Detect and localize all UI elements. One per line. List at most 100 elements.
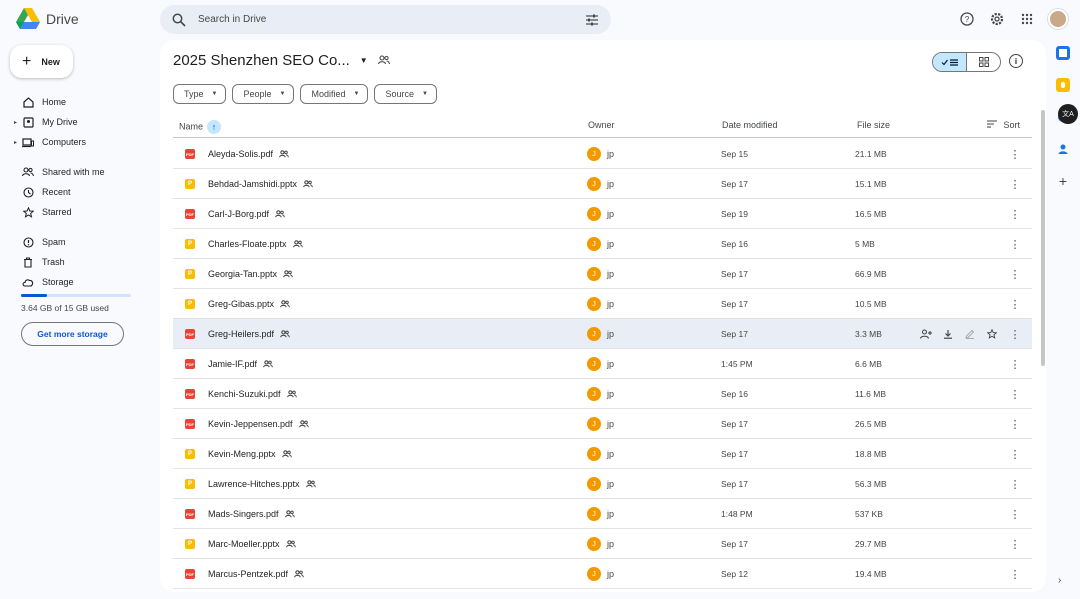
expand-caret-icon[interactable]: ▸ <box>14 119 17 126</box>
owner-avatar[interactable]: J <box>587 387 601 401</box>
search-bar[interactable]: Search in Drive <box>160 5 611 34</box>
drive-logo[interactable]: Drive <box>16 8 79 30</box>
sort-ascending-icon[interactable]: ↑ <box>207 120 222 134</box>
more-actions-icon[interactable]: ⋮ <box>1009 297 1021 311</box>
search-input[interactable]: Search in Drive <box>198 14 585 25</box>
table-row[interactable]: PDF Mads-Singers.pdf Jjp 1:48 PM 537 KB ⋮ <box>173 499 1032 529</box>
table-row[interactable]: PDF Aleyda-Solis.pdf Jjp Sep 15 21.1 MB ⋮ <box>173 139 1032 169</box>
owner-avatar[interactable]: J <box>587 297 601 311</box>
table-row[interactable]: P Behdad-Jamshidi.pptx Jjp Sep 17 15.1 MB ⋮ <box>173 169 1032 199</box>
owner-avatar[interactable]: J <box>587 267 601 281</box>
expand-caret-icon[interactable]: ▸ <box>14 139 17 146</box>
filter-chip-type[interactable]: Type ▼ <box>173 84 227 104</box>
table-row[interactable]: PDF Jamie-IF.pdf Jjp 1:45 PM 6.6 MB ⋮ <box>173 349 1032 379</box>
table-row[interactable]: PDF Kevin-Jeppensen.pdf Jjp Sep 17 26.5 MB ⋮ <box>173 409 1032 439</box>
translate-icon[interactable]: 文A <box>1058 104 1078 124</box>
filter-chip-people[interactable]: People ▼ <box>232 84 295 104</box>
file-size-column-header[interactable]: File size <box>857 120 890 130</box>
owner-avatar[interactable]: J <box>587 507 601 521</box>
table-row[interactable]: PDF Marcus-Pentzek.pdf Jjp Sep 12 19.4 MB ⋮ <box>173 559 1032 589</box>
scrollbar[interactable] <box>1041 110 1045 366</box>
table-row[interactable]: PDF Carl-J-Borg.pdf Jjp Sep 19 16.5 MB ⋮ <box>173 199 1032 229</box>
name-column-header[interactable]: Name ↑ <box>179 120 222 134</box>
owner-avatar[interactable]: J <box>587 537 601 551</box>
owner-avatar[interactable]: J <box>587 327 601 341</box>
get-more-storage-button[interactable]: Get more storage <box>21 322 124 346</box>
table-row[interactable]: P Marc-Moeller.pptx Jjp Sep 17 29.7 MB ⋮ <box>173 529 1032 559</box>
more-actions-icon[interactable]: ⋮ <box>1009 267 1021 281</box>
more-actions-icon[interactable]: ⋮ <box>1009 207 1021 221</box>
share-icon[interactable] <box>919 327 933 341</box>
file-name[interactable]: Kevin-Jeppensen.pdf <box>208 419 309 430</box>
more-actions-icon[interactable]: ⋮ <box>1009 147 1021 161</box>
more-actions-icon[interactable]: ⋮ <box>1009 177 1021 191</box>
new-button[interactable]: + New <box>10 45 73 78</box>
file-name[interactable]: Kevin-Meng.pptx <box>208 449 292 460</box>
file-name[interactable]: Aleyda-Solis.pdf <box>208 149 289 160</box>
contacts-icon[interactable] <box>1056 142 1070 156</box>
more-actions-icon[interactable]: ⋮ <box>1009 357 1021 371</box>
calendar-icon[interactable] <box>1056 46 1070 60</box>
add-icon[interactable]: + <box>1056 173 1070 189</box>
sidebar-item-shared[interactable]: Shared with me <box>12 162 142 182</box>
more-actions-icon[interactable]: ⋮ <box>1009 327 1021 341</box>
file-name[interactable]: Kenchi-Suzuki.pdf <box>208 389 297 400</box>
apps-grid-icon[interactable] <box>1018 10 1036 28</box>
expand-panel-chevron-icon[interactable]: › <box>1058 575 1061 586</box>
file-name[interactable]: Marcus-Pentzek.pdf <box>208 569 304 580</box>
file-name[interactable]: Georgia-Tan.pptx <box>208 269 293 280</box>
owner-column-header[interactable]: Owner <box>588 120 615 130</box>
sidebar-item-starred[interactable]: Starred <box>12 202 142 222</box>
sidebar-item-computers[interactable]: ▸ Computers <box>12 132 142 152</box>
table-row[interactable]: P Georgia-Tan.pptx Jjp Sep 17 66.9 MB ⋮ <box>173 259 1032 289</box>
owner-avatar[interactable]: J <box>587 417 601 431</box>
info-icon[interactable]: i <box>1009 54 1023 68</box>
grid-view-button[interactable] <box>967 53 1000 71</box>
file-name[interactable]: Greg-Heilers.pdf <box>208 329 290 340</box>
filter-chip-source[interactable]: Source ▼ <box>374 84 437 104</box>
owner-avatar[interactable]: J <box>587 147 601 161</box>
sidebar-item-recent[interactable]: Recent <box>12 182 142 202</box>
more-actions-icon[interactable]: ⋮ <box>1009 417 1021 431</box>
more-actions-icon[interactable]: ⋮ <box>1009 537 1021 551</box>
list-view-button[interactable] <box>933 53 967 71</box>
star-icon[interactable] <box>985 327 999 341</box>
date-modified-column-header[interactable]: Date modified <box>722 120 778 130</box>
folder-menu-caret-icon[interactable]: ▼ <box>360 56 368 65</box>
table-row[interactable]: P Greg-Gibas.pptx Jjp Sep 17 10.5 MB ⋮ <box>173 289 1032 319</box>
owner-avatar[interactable]: J <box>587 447 601 461</box>
file-name[interactable]: Mads-Singers.pdf <box>208 509 295 520</box>
owner-avatar[interactable]: J <box>587 567 601 581</box>
file-name[interactable]: Lawrence-Hitches.pptx <box>208 479 316 490</box>
sidebar-item-trash[interactable]: Trash <box>12 252 142 272</box>
more-actions-icon[interactable]: ⋮ <box>1009 447 1021 461</box>
file-name[interactable]: Charles-Floate.pptx <box>208 239 303 250</box>
table-row[interactable]: PDF Greg-Heilers.pdf Jjp Sep 17 3.3 MB ⋮ <box>173 319 1032 349</box>
owner-avatar[interactable]: J <box>587 477 601 491</box>
more-actions-icon[interactable]: ⋮ <box>1009 567 1021 581</box>
more-actions-icon[interactable]: ⋮ <box>1009 477 1021 491</box>
more-actions-icon[interactable]: ⋮ <box>1009 387 1021 401</box>
file-name[interactable]: Greg-Gibas.pptx <box>208 299 290 310</box>
owner-avatar[interactable]: J <box>587 237 601 251</box>
help-icon[interactable]: ? <box>958 10 976 28</box>
table-row[interactable]: P Lawrence-Hitches.pptx Jjp Sep 17 56.3 MB ⋮ <box>173 469 1032 499</box>
sort-button[interactable]: Sort <box>987 120 1020 130</box>
file-name[interactable]: Marc-Moeller.pptx <box>208 539 296 550</box>
more-actions-icon[interactable]: ⋮ <box>1009 237 1021 251</box>
folder-title[interactable]: 2025 Shenzhen SEO Co... ▼ <box>173 52 390 69</box>
sidebar-item-my-drive[interactable]: ▸ My Drive <box>12 112 142 132</box>
sidebar-item-home[interactable]: Home <box>12 92 142 112</box>
sidebar-item-storage[interactable]: Storage <box>12 272 142 292</box>
file-name[interactable]: Carl-J-Borg.pdf <box>208 209 285 220</box>
sidebar-item-spam[interactable]: Spam <box>12 232 142 252</box>
owner-avatar[interactable]: J <box>587 207 601 221</box>
more-actions-icon[interactable]: ⋮ <box>1009 507 1021 521</box>
owner-avatar[interactable]: J <box>587 357 601 371</box>
table-row[interactable]: P Kevin-Meng.pptx Jjp Sep 17 18.8 MB ⋮ <box>173 439 1032 469</box>
table-row[interactable]: P Charles-Floate.pptx Jjp Sep 16 5 MB ⋮ <box>173 229 1032 259</box>
search-options-icon[interactable] <box>585 13 599 27</box>
rename-icon[interactable] <box>963 327 977 341</box>
filter-chip-modified[interactable]: Modified ▼ <box>300 84 369 104</box>
table-row[interactable]: PDF Kenchi-Suzuki.pdf Jjp Sep 16 11.6 MB ⋮ <box>173 379 1032 409</box>
